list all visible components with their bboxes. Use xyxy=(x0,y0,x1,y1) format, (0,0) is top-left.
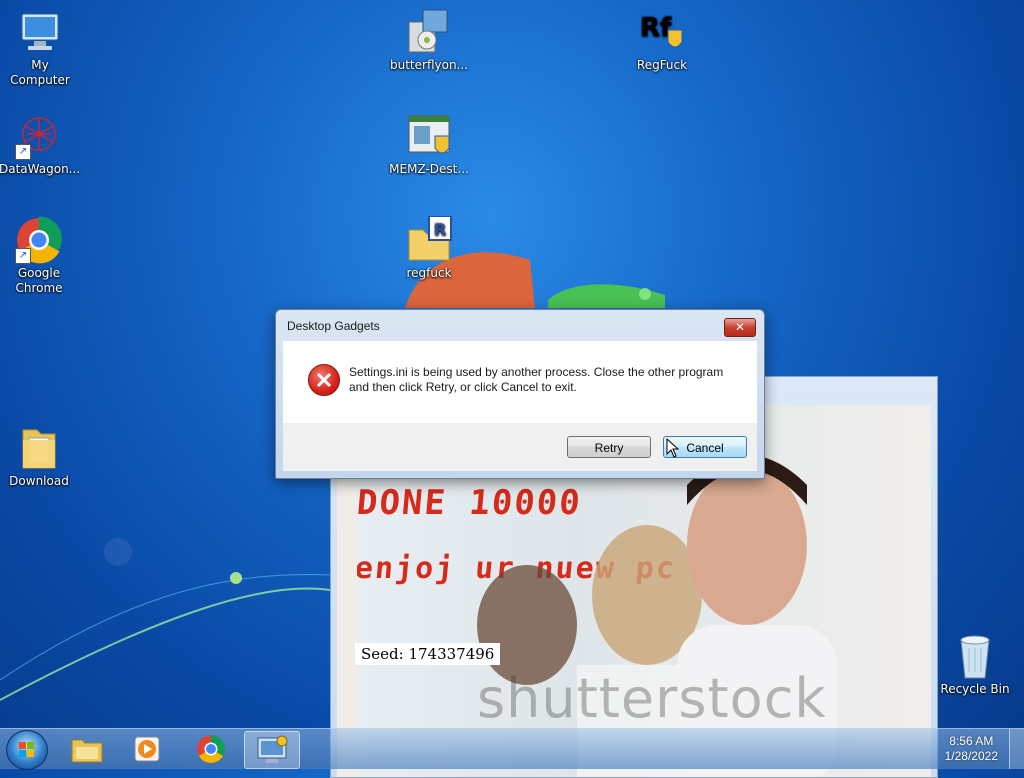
taskbar: 8:56 AM 1/28/2022 xyxy=(0,728,1024,770)
taskbar-media-player[interactable] xyxy=(120,731,174,767)
desktop-icon-regfuck-folder[interactable]: R regfuck xyxy=(389,215,469,281)
system-tray: 8:56 AM 1/28/2022 xyxy=(934,729,1024,769)
svg-text:Rf: Rf xyxy=(640,13,672,43)
retry-button[interactable]: Retry xyxy=(567,436,651,458)
clock[interactable]: 8:56 AM 1/28/2022 xyxy=(945,734,998,764)
shortcut-arrow-icon: ↗ xyxy=(15,144,31,160)
seed-label: Seed: 174337496 xyxy=(355,643,501,665)
svg-text:R: R xyxy=(434,220,446,239)
app-window-shield-icon xyxy=(405,112,453,160)
show-desktop-button[interactable] xyxy=(1009,729,1024,769)
error-dialog[interactable]: Desktop Gadgets ✕ Settings.ini is being … xyxy=(275,309,765,479)
chrome-icon xyxy=(197,735,225,763)
taskbar-chrome[interactable] xyxy=(184,731,238,767)
shortcut-arrow-icon: ↗ xyxy=(15,248,31,264)
taskbar-file-explorer[interactable] xyxy=(60,731,114,767)
desktop-icon-label: DataWagon... xyxy=(0,162,81,176)
chrome-icon: ↗ xyxy=(15,216,63,264)
desktop-icon-datawagon[interactable]: ↗ DataWagon... xyxy=(0,112,81,177)
taskbar-control-panel[interactable] xyxy=(244,731,300,769)
desktop-icon-label: My Computer xyxy=(10,58,70,87)
dialog-title: Desktop Gadgets xyxy=(287,319,380,333)
clock-time: 8:56 AM xyxy=(949,734,994,748)
desktop-icon-recycle-bin[interactable]: Recycle Bin xyxy=(935,632,1015,697)
media-player-icon xyxy=(134,736,160,762)
desktop-icon-label: butterflyon... xyxy=(390,58,468,72)
recycle-bin-icon xyxy=(951,632,999,680)
desktop-icon-download[interactable]: Download xyxy=(0,424,79,489)
folder-icon xyxy=(15,424,63,472)
watermark-text: shutterstock xyxy=(477,667,827,730)
dialog-message: Settings.ini is being used by another pr… xyxy=(349,365,724,394)
folder-icon: R xyxy=(405,215,453,264)
dialog-body: Settings.ini is being used by another pr… xyxy=(283,341,757,423)
rf-shield-icon: Rf xyxy=(638,8,686,56)
clock-date: 1/28/2022 xyxy=(944,749,998,763)
mouse-cursor-icon xyxy=(666,438,680,458)
error-icon xyxy=(308,364,340,396)
desktop-icon-label: RegFuck xyxy=(636,58,688,72)
desktop-icon-label: Google Chrome xyxy=(15,266,63,295)
desktop-icon-label: Download xyxy=(9,474,69,488)
control-panel-icon xyxy=(257,735,288,763)
network-molecule-icon: ↗ xyxy=(15,112,63,160)
desktop-icon-my-computer[interactable]: My Computer xyxy=(0,8,80,88)
desktop-icon-label: Recycle Bin xyxy=(940,682,1010,696)
start-button[interactable] xyxy=(6,730,48,770)
windows-logo-icon xyxy=(19,742,34,757)
dialog-footer: Retry Cancel xyxy=(283,423,757,471)
desktop-icon-memz-dest[interactable]: MEMZ-Dest... xyxy=(389,112,469,177)
desktop-icon-google-chrome[interactable]: ↗ Google Chrome xyxy=(0,216,79,296)
desktop-icon-label: MEMZ-Dest... xyxy=(389,162,469,176)
installer-icon xyxy=(405,8,453,56)
desktop-icon-regfuck-app[interactable]: Rf RegFuck xyxy=(622,8,702,73)
desktop-icon-label: regfuck xyxy=(406,266,452,280)
computer-icon xyxy=(16,8,64,56)
desktop-icon-butterflyon[interactable]: butterflyon... xyxy=(389,8,469,73)
close-button[interactable]: ✕ xyxy=(724,318,756,337)
file-explorer-icon xyxy=(71,739,103,763)
